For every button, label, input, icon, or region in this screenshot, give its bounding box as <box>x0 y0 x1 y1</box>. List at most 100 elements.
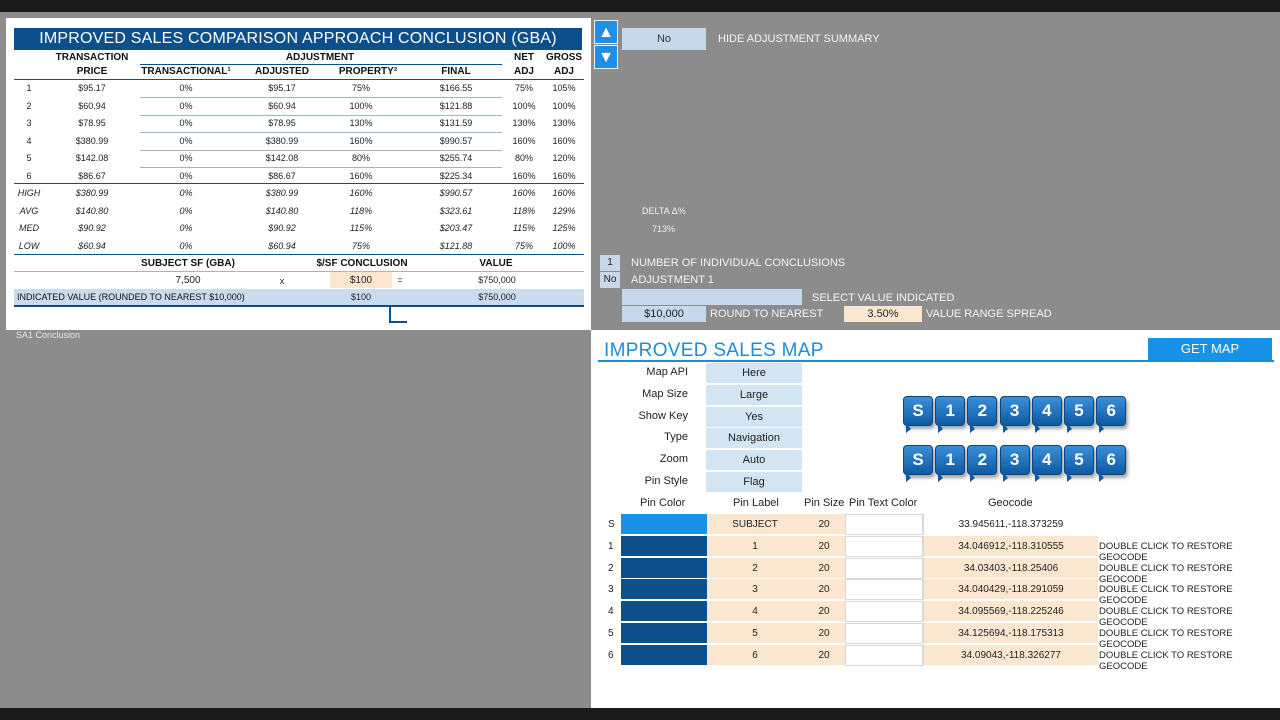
pin-color-swatch[interactable] <box>621 535 707 557</box>
select-value-input[interactable] <box>622 289 802 305</box>
geocode-input[interactable]: 34.09043,-118.326277 <box>923 644 1098 666</box>
header-gross: GROSS <box>545 52 583 63</box>
map-option-select[interactable]: Navigation <box>706 428 802 450</box>
pin-label-input[interactable]: 4 <box>707 601 803 623</box>
comp-cell-price: $78.95 <box>78 118 106 128</box>
restore-geocode-link[interactable]: DOUBLE CLICK TO RESTORE GEOCODE <box>1099 541 1280 563</box>
geocode-input[interactable]: 34.040429,-118.291059 <box>923 579 1098 601</box>
cell-cursor[interactable] <box>389 307 407 323</box>
psf-conclusion-label: $/SF CONCLUSION <box>316 258 408 269</box>
map-option-label: Map Size <box>642 387 688 400</box>
geocode-input[interactable]: 34.046912,-118.310555 <box>923 535 1098 557</box>
pin-label-input[interactable]: 6 <box>707 644 803 666</box>
pin-text-color-swatch[interactable] <box>845 514 923 535</box>
map-option-select[interactable]: Auto <box>706 450 802 472</box>
stat-cell-gross: 125% <box>552 223 576 233</box>
comp-cell-trans: 0% <box>179 170 193 181</box>
pin-size-input[interactable]: 20 <box>803 514 845 535</box>
comp-cell-price: $380.99 <box>75 135 109 146</box>
pin-color-swatch[interactable] <box>621 514 707 535</box>
col-geocode: Geocode <box>988 497 1033 509</box>
pin-color-swatch[interactable] <box>621 601 707 623</box>
row-divider <box>140 97 502 98</box>
map-option-select[interactable]: Large <box>706 384 802 406</box>
pin-size-input[interactable]: 20 <box>803 557 845 579</box>
pin-label-input[interactable]: 2 <box>707 557 803 579</box>
restore-geocode-link[interactable]: DOUBLE CLICK TO RESTORE GEOCODE <box>1099 628 1280 650</box>
pin-label-input[interactable]: 1 <box>707 535 803 557</box>
pin-text-color-swatch[interactable] <box>845 579 923 601</box>
stat-cell-adjusted: $380.99 <box>265 188 299 198</box>
geocode-input[interactable]: 33.945611,-118.373259 <box>923 514 1098 535</box>
comp-cell-price: $60.94 <box>78 100 106 111</box>
comp-cell-final: $131.59 <box>439 118 473 128</box>
subject-sf-value[interactable]: 7,500 <box>140 275 236 286</box>
stat-cell-net: 115% <box>512 223 536 233</box>
pin-size-input[interactable]: 20 <box>803 579 845 601</box>
pin-text-color-swatch[interactable] <box>845 601 923 623</box>
pin-text-color-swatch[interactable] <box>845 623 923 644</box>
value-range-spread-label: VALUE RANGE SPREAD <box>926 308 1052 320</box>
scroll-up-button[interactable]: ▲ <box>594 20 618 44</box>
pin-label-input[interactable]: SUBJECT <box>707 514 803 535</box>
hide-summary-select[interactable]: No <box>622 28 706 50</box>
restore-geocode-link[interactable]: DOUBLE CLICK TO RESTORE GEOCODE <box>1099 584 1280 606</box>
restore-geocode-link[interactable]: DOUBLE CLICK TO RESTORE GEOCODE <box>1099 563 1280 585</box>
scroll-down-button[interactable]: ▼ <box>594 45 618 69</box>
map-option-label: Zoom <box>659 453 688 466</box>
stat-cell-property: 75% <box>351 240 370 251</box>
get-map-button[interactable]: GET MAP <box>1148 338 1272 360</box>
hide-summary-label: HIDE ADJUSTMENT SUMMARY <box>718 33 880 45</box>
pin-row-index: 5 <box>608 628 614 639</box>
comp-cell-price: $86.67 <box>78 170 106 181</box>
map-pin-icon: 2 <box>967 396 998 433</box>
geocode-input[interactable]: 34.095569,-118.225246 <box>923 601 1098 623</box>
pin-text-color-swatch[interactable] <box>845 644 923 666</box>
pin-size-input[interactable]: 20 <box>803 601 845 623</box>
adjustment-underline <box>140 64 502 65</box>
comp-cell-final: $121.88 <box>439 100 473 111</box>
map-option-select[interactable]: Yes <box>706 406 802 428</box>
pin-text-color-swatch[interactable] <box>845 535 923 557</box>
pin-color-swatch[interactable] <box>621 623 707 644</box>
restore-geocode-link[interactable]: DOUBLE CLICK TO RESTORE GEOCODE <box>1099 606 1280 628</box>
pin-color-swatch[interactable] <box>621 557 707 579</box>
col-pin-text-color: Pin Text Color <box>849 497 918 509</box>
conclusion-title: IMPROVED SALES COMPARISON APPROACH CONCL… <box>14 28 582 50</box>
pin-size-input[interactable]: 20 <box>803 623 845 644</box>
pin-color-swatch[interactable] <box>621 644 707 666</box>
pin-color-swatch[interactable] <box>621 579 707 601</box>
comp-cell-net: 100% <box>512 100 536 111</box>
restore-geocode-link[interactable]: DOUBLE CLICK TO RESTORE GEOCODE <box>1099 650 1280 672</box>
comp-cell-adjusted: $95.17 <box>268 83 296 93</box>
pin-size-input[interactable]: 20 <box>803 535 845 557</box>
num-conclusions-input[interactable]: 1 <box>600 255 620 271</box>
pin-row-index: 3 <box>608 584 614 596</box>
row-divider <box>140 167 502 168</box>
round-to-input[interactable]: $10,000 <box>622 306 706 322</box>
comp-cell-gross: 160% <box>552 135 576 146</box>
stat-cell-property: 160% <box>349 188 373 198</box>
pin-size-input[interactable]: 20 <box>803 644 845 666</box>
adjustment-toggle[interactable]: No <box>600 272 620 288</box>
comp-cell-price: $142.08 <box>75 153 109 163</box>
map-pin-icon: 2 <box>967 445 998 482</box>
psf-conclusion-input[interactable]: $100 <box>330 275 392 286</box>
comp-cell-property: 80% <box>351 153 370 163</box>
geocode-input[interactable]: 34.125694,-118.175313 <box>923 623 1098 644</box>
map-option-select[interactable]: Here <box>706 363 802 384</box>
comp-cell-gross: 130% <box>552 118 576 128</box>
geocode-input[interactable]: 34.03403,-118.25406 <box>923 557 1098 579</box>
pin-row-index: 6 <box>608 649 614 661</box>
comp-cell-final: $990.57 <box>439 135 473 146</box>
comp-cell-final: $255.74 <box>439 153 473 163</box>
comp-cell-label: 4 <box>26 135 32 146</box>
header-net: NET <box>514 52 534 63</box>
pin-label-input[interactable]: 5 <box>707 623 803 644</box>
pin-row-index: 1 <box>608 540 614 552</box>
pin-text-color-swatch[interactable] <box>845 557 923 579</box>
value-range-spread-input[interactable]: 3.50% <box>844 306 922 322</box>
map-option-select[interactable]: Flag <box>706 472 802 493</box>
pin-label-input[interactable]: 3 <box>707 579 803 601</box>
map-pin-icon: 4 <box>1031 396 1062 433</box>
